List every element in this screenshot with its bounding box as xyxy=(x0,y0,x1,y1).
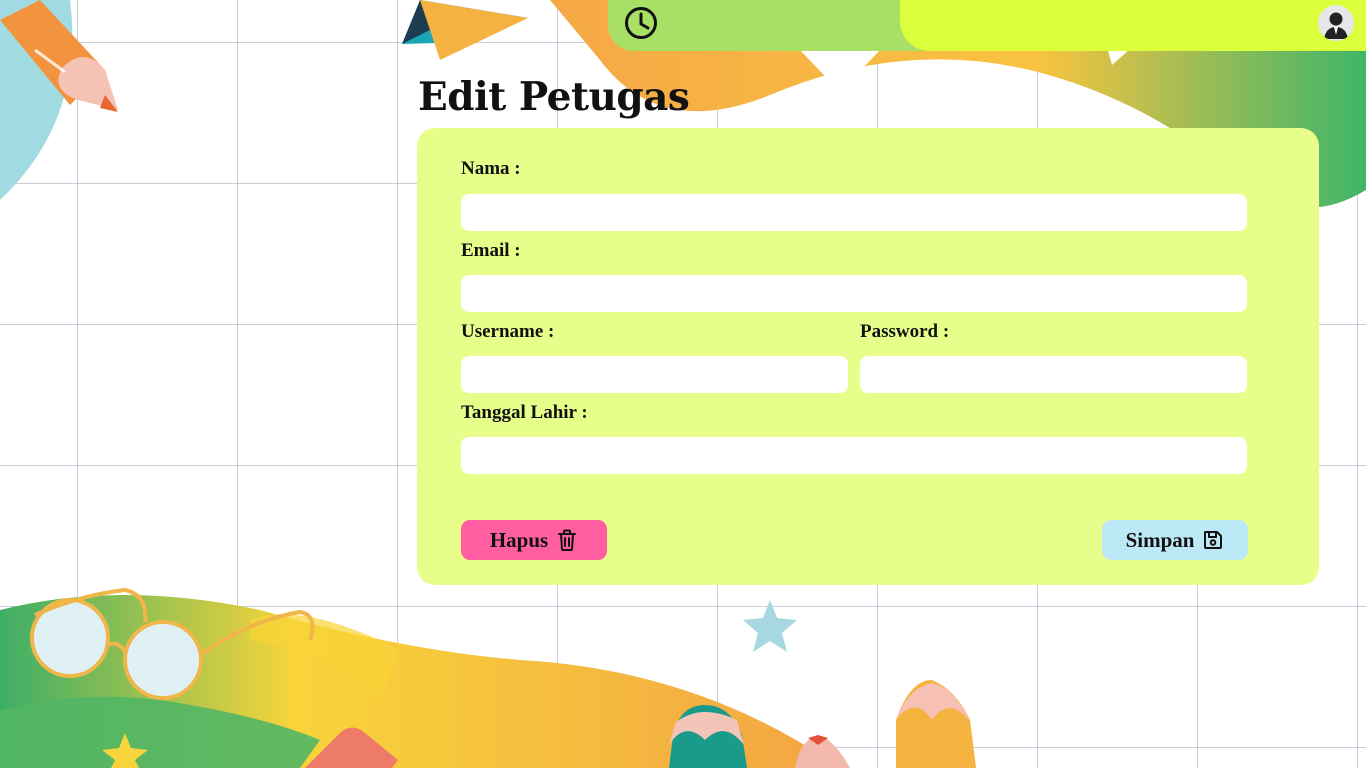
tanggal-lahir-input[interactable] xyxy=(461,437,1247,474)
floppy-disk-icon xyxy=(1204,531,1223,549)
paper-plane-illustration xyxy=(402,0,528,60)
delete-button[interactable]: Hapus xyxy=(461,520,607,560)
user-avatar-button[interactable] xyxy=(1318,5,1354,41)
topbar-right-panel xyxy=(900,0,1366,51)
tanggal-lahir-label: Tanggal Lahir : xyxy=(461,402,588,423)
pencil-pink-illustration xyxy=(795,735,850,768)
delete-button-label: Hapus xyxy=(489,527,549,552)
trash-icon xyxy=(558,529,577,551)
password-label: Password : xyxy=(860,321,950,342)
username-label: Username : xyxy=(461,321,555,342)
blue-star-shape xyxy=(743,600,797,652)
page-title: Edit Petugas xyxy=(418,74,690,120)
email-label: Email : xyxy=(461,240,521,261)
nama-label: Nama : xyxy=(461,158,521,179)
username-input[interactable] xyxy=(461,356,848,393)
nama-input[interactable] xyxy=(461,194,1247,231)
clock-icon xyxy=(625,7,657,39)
email-input[interactable] xyxy=(461,275,1247,312)
save-button[interactable]: Simpan xyxy=(1102,520,1248,560)
user-avatar-icon xyxy=(1318,5,1354,41)
edit-petugas-form: Nama : Email : Username : Password : Tan… xyxy=(417,128,1319,585)
pencil-yellow-illustration xyxy=(896,680,976,768)
history-button[interactable] xyxy=(622,4,660,42)
save-button-label: Simpan xyxy=(1125,527,1195,552)
password-input[interactable] xyxy=(860,356,1247,393)
